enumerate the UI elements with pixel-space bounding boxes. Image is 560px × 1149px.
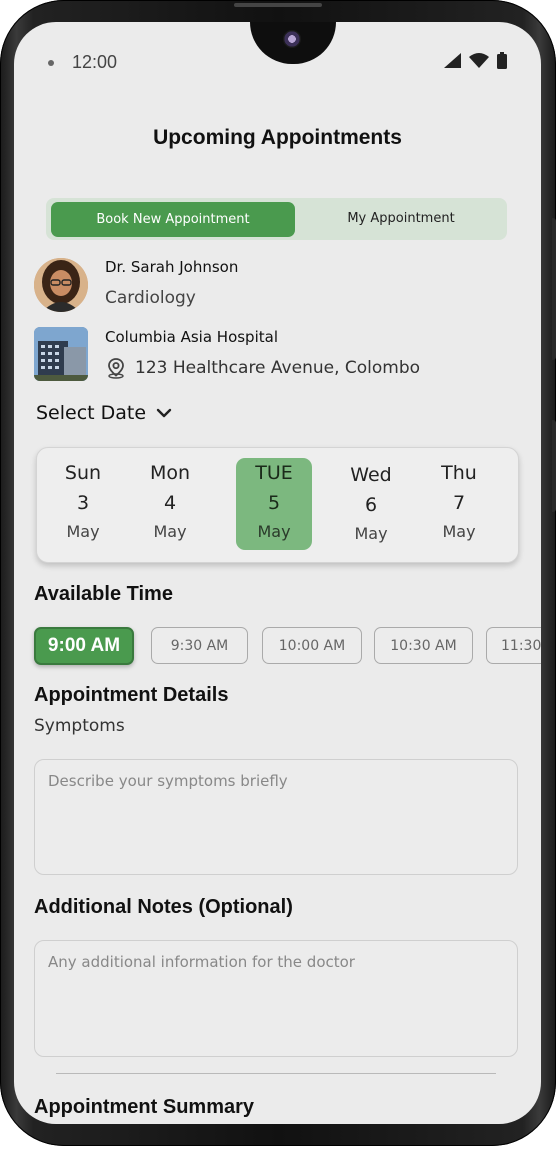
date-number: 5 — [267, 492, 281, 514]
appointment-summary-heading: Appointment Summary — [34, 1096, 255, 1118]
date-day: TUE — [255, 462, 293, 484]
date-day: Mon — [149, 462, 191, 484]
date-month: May — [66, 522, 100, 541]
date-day: Wed — [350, 464, 392, 486]
date-day: Thu — [441, 462, 477, 484]
symptoms-input[interactable]: Describe your symptoms briefly — [34, 759, 518, 875]
date-thu-7[interactable]: Thu 7 May — [421, 458, 497, 550]
time-slot-row: 9:00 AM 9:30 AM 10:00 AM 10:30 AM 11:30 — [34, 627, 541, 669]
time-slot-selected[interactable]: 9:00 AM — [34, 627, 134, 665]
date-number: 4 — [163, 492, 177, 514]
date-month: May — [354, 524, 388, 543]
hospital-image — [34, 327, 88, 381]
hospital-name: Columbia Asia Hospital — [105, 328, 278, 346]
doctor-specialty: Cardiology — [105, 288, 196, 308]
tab-my-appointment[interactable]: My Appointment — [300, 202, 502, 235]
date-number: 7 — [452, 492, 466, 514]
select-date-toggle[interactable]: Select Date — [36, 402, 172, 424]
hospital-address: 123 Healthcare Avenue, Colombo — [135, 358, 421, 378]
date-month: May — [442, 522, 476, 541]
date-picker: Sun 3 May Mon 4 May TUE 5 May Wed 6 May … — [36, 447, 519, 563]
chevron-down-icon — [156, 408, 172, 418]
time-slot[interactable]: 11:30 — [486, 627, 541, 664]
speaker-grille — [234, 3, 322, 7]
date-sun-3[interactable]: Sun 3 May — [45, 458, 121, 550]
notification-dot — [48, 60, 54, 66]
date-day: Sun — [64, 462, 102, 484]
time-slot[interactable]: 10:00 AM — [262, 627, 362, 664]
additional-notes-heading: Additional Notes (Optional) — [34, 896, 293, 918]
date-month: May — [257, 522, 291, 541]
page-title: Upcoming Appointments — [153, 126, 402, 149]
available-time-heading: Available Time — [34, 583, 173, 605]
time-slot[interactable]: 10:30 AM — [374, 627, 473, 664]
doctor-name: Dr. Sarah Johnson — [105, 258, 239, 276]
date-number: 3 — [76, 492, 90, 514]
date-wed-6[interactable]: Wed 6 May — [333, 460, 409, 552]
symptoms-label: Symptoms — [34, 716, 125, 736]
section-divider — [56, 1073, 496, 1074]
status-time: 12:00 — [72, 52, 118, 72]
screen: 12:00 Upcoming Appointments Book New App… — [14, 22, 541, 1124]
doctor-avatar — [34, 258, 88, 312]
wifi-icon — [469, 53, 489, 68]
date-number: 6 — [364, 494, 378, 516]
front-camera — [283, 30, 301, 48]
appointment-tabs: Book New Appointment My Appointment — [46, 198, 507, 240]
phone-frame: 12:00 Upcoming Appointments Book New App… — [0, 0, 556, 1146]
date-month: May — [153, 522, 187, 541]
time-slot[interactable]: 9:30 AM — [151, 627, 248, 664]
location-pin-icon — [108, 358, 124, 379]
battery-icon — [497, 52, 507, 69]
date-tue-5-selected[interactable]: TUE 5 May — [236, 458, 312, 550]
status-icons — [444, 52, 507, 69]
hospital-address-row: 123 Healthcare Avenue, Colombo — [105, 357, 420, 379]
additional-notes-input[interactable]: Any additional information for the docto… — [34, 940, 518, 1057]
date-mon-4[interactable]: Mon 4 May — [132, 458, 208, 550]
appointment-details-heading: Appointment Details — [34, 684, 229, 706]
power-button — [552, 420, 556, 512]
tab-book-new-appointment[interactable]: Book New Appointment — [51, 202, 295, 237]
signal-icon — [444, 53, 461, 68]
volume-button — [552, 218, 556, 360]
select-date-label: Select Date — [36, 402, 147, 424]
